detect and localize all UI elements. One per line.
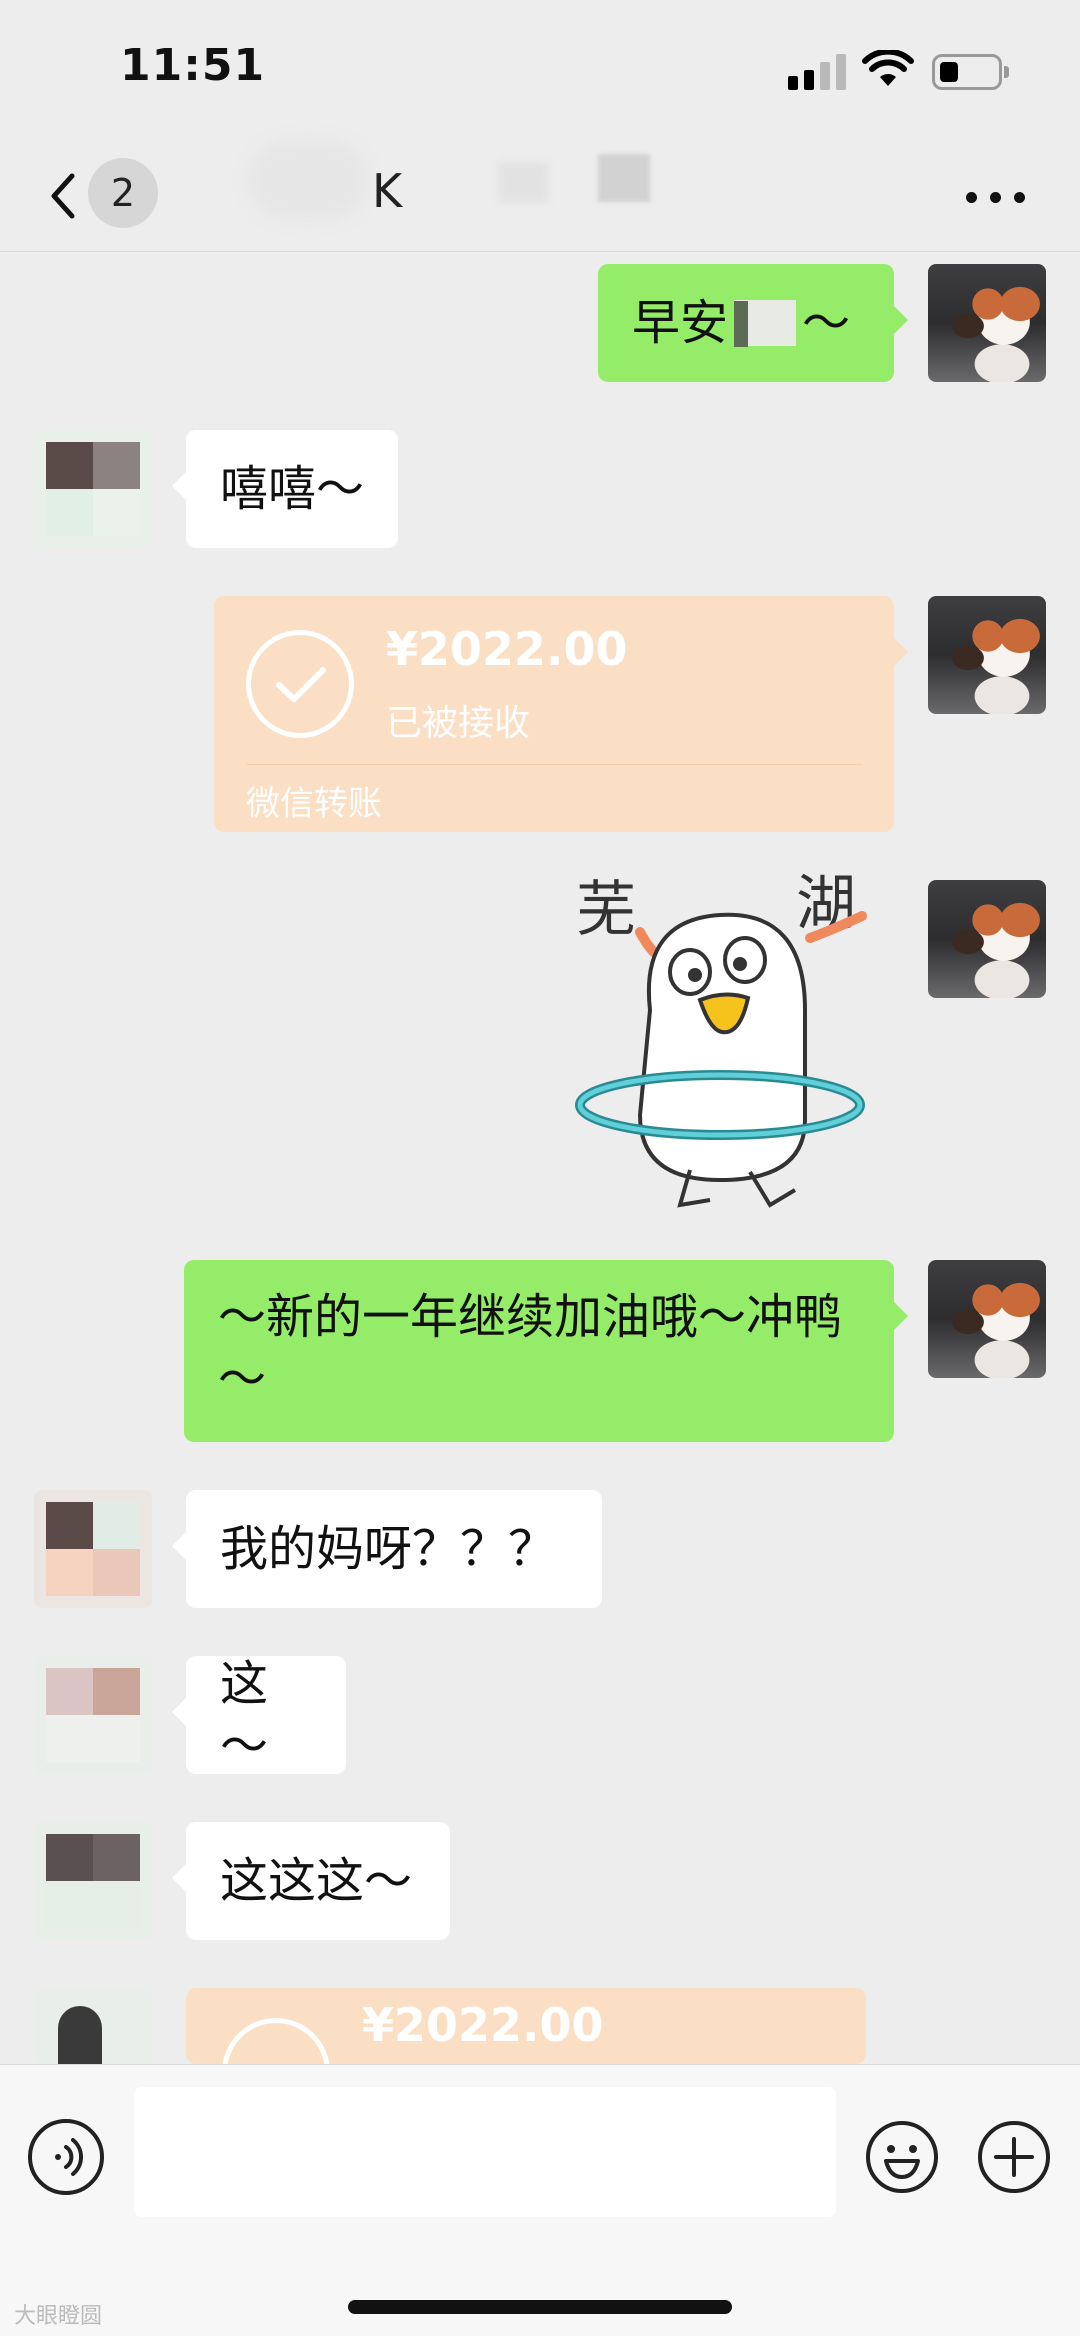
watermark: 大眼瞪圆 (14, 2304, 103, 2329)
emoji-icon[interactable] (864, 2119, 940, 2195)
message-bubble-incoming[interactable]: 这～ (172, 1656, 346, 1774)
my-avatar[interactable] (928, 264, 1046, 382)
transfer-card-incoming[interactable]: ¥2022.00 (186, 1988, 866, 2064)
contact-avatar[interactable] (34, 1490, 152, 1608)
message-text: 早安 (632, 295, 729, 351)
message-text: 这这这～ (220, 1853, 413, 1909)
input-bar (0, 2064, 1080, 2336)
transfer-status: 已被接收 (386, 703, 531, 744)
signal-icon (788, 54, 846, 90)
chevron-left-icon[interactable] (44, 166, 84, 226)
redacted-text (734, 300, 797, 347)
wifi-icon (862, 50, 914, 86)
duck-sticker[interactable]: 芜 湖 (570, 860, 890, 1220)
plus-icon[interactable] (976, 2119, 1052, 2195)
my-avatar[interactable] (928, 1260, 1046, 1378)
blurred-region (598, 154, 650, 202)
message-text: ～新的一年继续加油哦～冲鸭～ (218, 1289, 843, 1407)
status-time: 11:51 (120, 40, 266, 91)
check-icon (246, 630, 354, 738)
blurred-region (498, 162, 548, 202)
message-text: ～ (802, 295, 851, 351)
blurred-region (248, 140, 368, 220)
sticker-text-left: 芜 (576, 875, 636, 945)
chat-header: 2 K (0, 140, 1080, 252)
message-text: 我的妈呀？？？ (220, 1521, 557, 1577)
message-input[interactable] (134, 2087, 836, 2217)
transfer-amount: ¥2022.00 (362, 1998, 604, 2052)
check-icon (222, 2018, 330, 2064)
contact-avatar[interactable] (34, 1988, 152, 2064)
home-indicator (348, 2300, 732, 2314)
my-avatar[interactable] (928, 880, 1046, 998)
chat-title: K (372, 164, 403, 218)
more-dots-icon[interactable] (966, 182, 1026, 212)
message-bubble-incoming[interactable]: 嘻嘻～ (172, 430, 398, 548)
voice-icon[interactable] (28, 2119, 104, 2195)
battery-icon (932, 54, 1002, 90)
message-text: 这～ (220, 1656, 269, 1774)
battery-nub (1004, 66, 1009, 78)
transfer-card[interactable]: ¥2022.00 已被接收 微信转账 (214, 596, 908, 832)
transfer-label: 微信转账 (246, 784, 382, 824)
unread-count-badge[interactable]: 2 (88, 158, 158, 228)
message-bubble-outgoing[interactable]: ～新的一年继续加油哦～冲鸭～ (184, 1260, 908, 1442)
contact-avatar[interactable] (34, 1822, 152, 1940)
message-bubble-incoming[interactable]: 这这这～ (172, 1822, 450, 1940)
message-bubble-incoming[interactable]: 我的妈呀？？？ (172, 1490, 602, 1608)
message-bubble-outgoing[interactable]: 早安 ～ (598, 264, 908, 382)
contact-avatar[interactable] (34, 1656, 152, 1774)
message-text: 嘻嘻～ (220, 461, 365, 517)
transfer-amount: ¥2022.00 (386, 622, 628, 676)
status-bar: 11:51 (0, 0, 1080, 140)
my-avatar[interactable] (928, 596, 1046, 714)
divider (246, 764, 862, 765)
contact-avatar[interactable] (34, 430, 152, 548)
